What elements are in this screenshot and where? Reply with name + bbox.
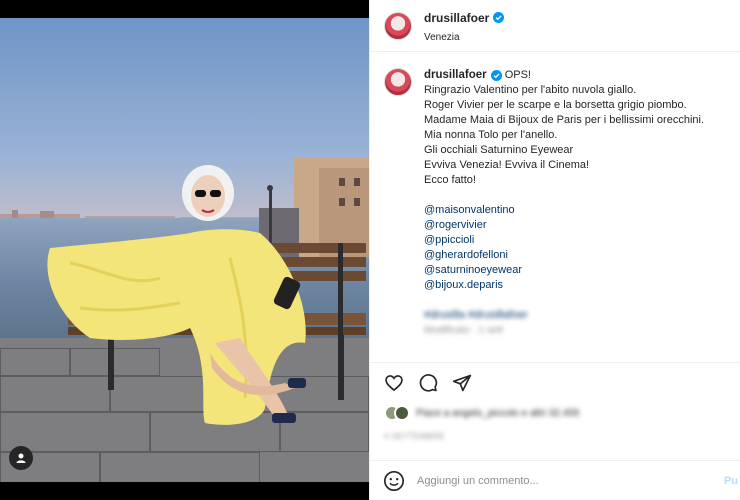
tagged-user-icon[interactable]: [9, 446, 33, 470]
share-icon[interactable]: [451, 372, 473, 394]
post-info-panel: drusillafoer Venezia drusillafoer OPS! R…: [369, 0, 740, 500]
comment-icon[interactable]: [417, 372, 439, 394]
comment-bar: Pu: [370, 460, 740, 500]
caption: drusillafoer OPS! Ringrazio Valentino pe…: [384, 68, 734, 338]
liker-avatar: [394, 405, 410, 421]
mention-link[interactable]: @maisonvalentino: [424, 203, 704, 218]
publish-button[interactable]: Pu: [724, 475, 738, 487]
caption-username[interactable]: drusillafoer: [424, 68, 502, 83]
caption-edited-time: Modificato · 1 sett: [424, 325, 503, 336]
emoji-icon[interactable]: [383, 470, 405, 492]
post-photo[interactable]: [0, 0, 369, 500]
post-location[interactable]: Venezia: [424, 32, 504, 43]
caption-line: Madame Maia di Bijoux de Paris per i bel…: [424, 114, 705, 126]
avatar[interactable]: [384, 11, 412, 40]
caption-avatar[interactable]: [384, 68, 412, 96]
post-date: 4 SETTEMBRE: [384, 432, 446, 441]
post-header: drusillafoer Venezia: [370, 0, 740, 52]
post-username-label[interactable]: drusillafoer: [424, 11, 489, 25]
caption-line: OPS!: [504, 69, 531, 81]
mention-link[interactable]: @saturninoeyewear: [424, 263, 704, 278]
caption-line: Ringrazio Valentino per l'abito nuvola g…: [424, 84, 637, 96]
caption-line: Ecco fatto!: [424, 174, 476, 186]
comment-input[interactable]: [417, 474, 707, 487]
mention-link[interactable]: @rogervivier: [424, 218, 704, 233]
verified-badge-icon: [490, 70, 502, 81]
verified-badge-icon: [493, 12, 505, 23]
likes-summary[interactable]: Piace a angelo_piccolo e altri 32.455: [384, 405, 579, 421]
caption-line: Evviva Venezia! Evviva il Cinema!: [424, 159, 590, 171]
mention-link[interactable]: @gherardofelloni: [424, 248, 704, 263]
post-username[interactable]: drusillafoer: [424, 11, 505, 25]
hashtags[interactable]: #drusilla #drusillafoer: [424, 308, 704, 323]
caption-line: Gli occhiali Saturnino Eyewear: [424, 144, 574, 156]
photo-scene: [0, 18, 369, 482]
caption-line: Mia nonna Tolo per l'anello.: [424, 129, 558, 141]
post-actions: [370, 362, 740, 402]
likes-count[interactable]: Piace a angelo_piccolo e altri 32.455: [416, 408, 579, 419]
caption-username-label[interactable]: drusillafoer: [424, 68, 487, 83]
caption-line: Roger Vivier per le scarpe e la borsetta…: [424, 99, 687, 111]
mention-link[interactable]: @bijoux.deparis: [424, 278, 704, 293]
woman-in-yellow-dress: [47, 165, 306, 425]
heart-icon[interactable]: [383, 372, 405, 394]
mention-link[interactable]: @ppiccioli: [424, 233, 704, 248]
